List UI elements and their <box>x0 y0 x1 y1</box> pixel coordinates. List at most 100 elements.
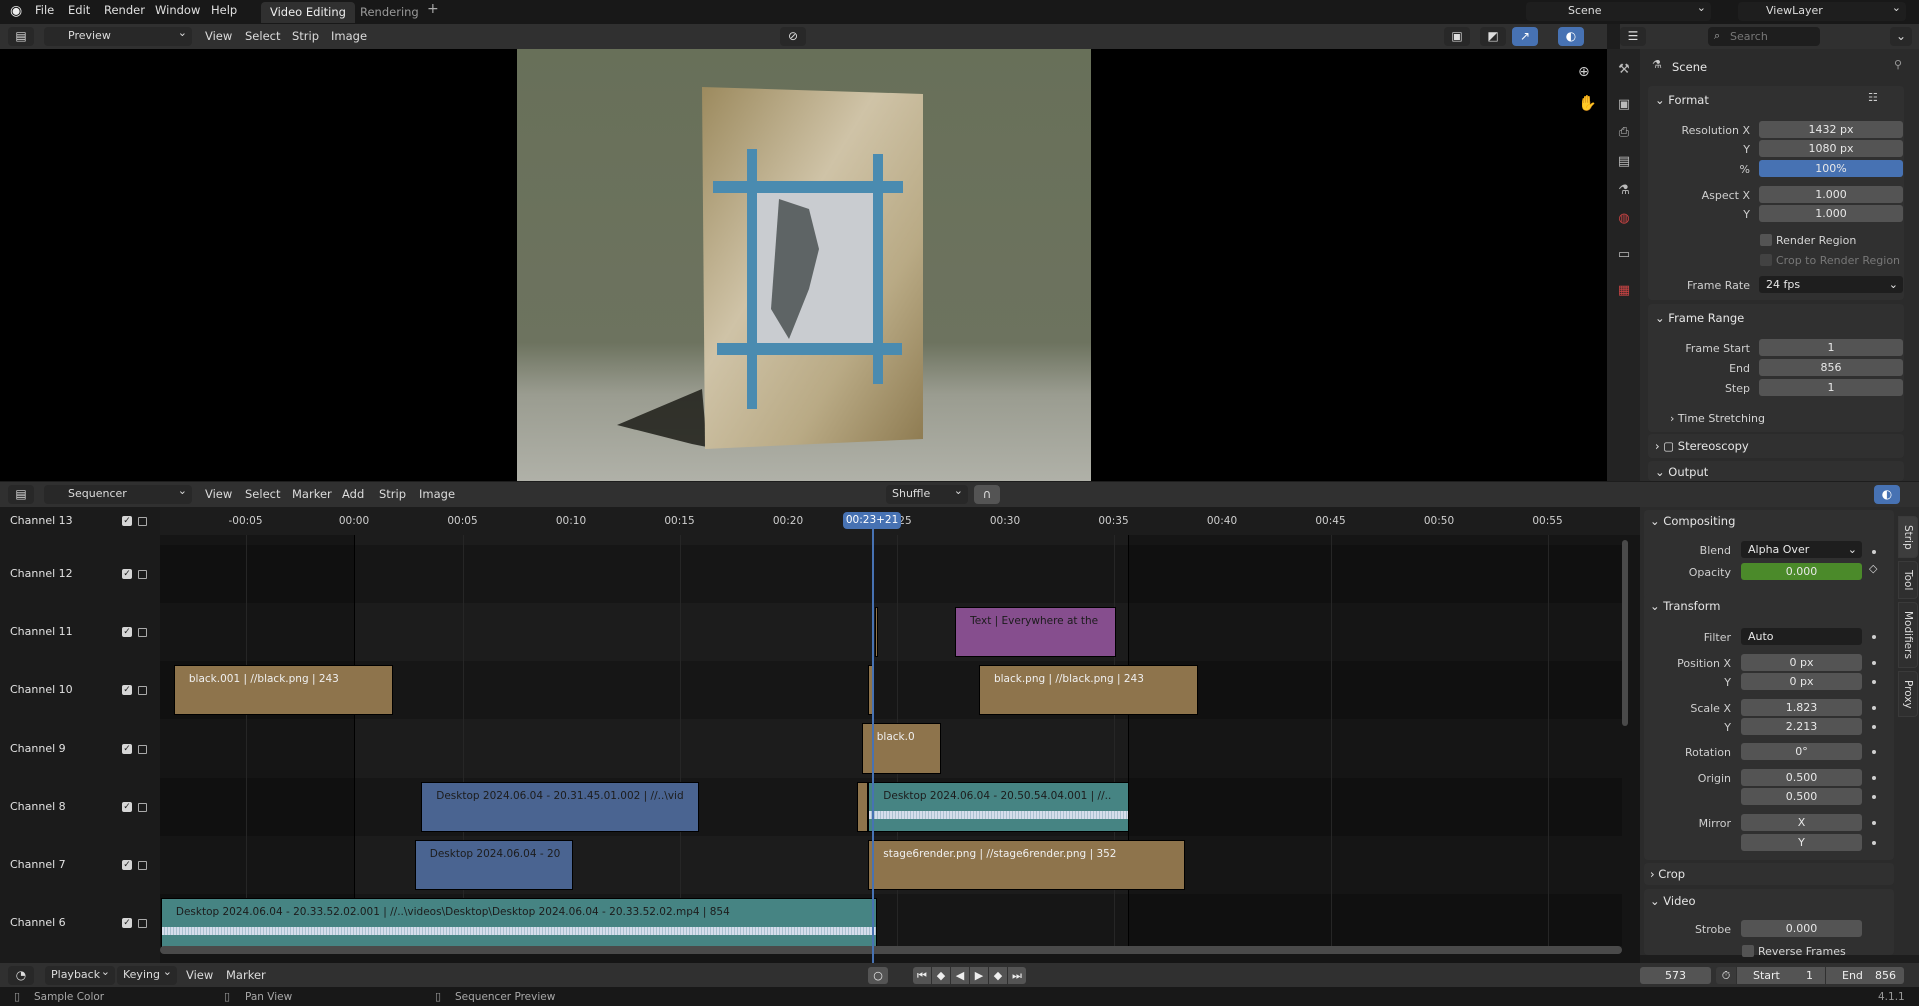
sequencer-view-type-dropdown[interactable]: Sequencer <box>44 484 192 504</box>
menu-edit[interactable]: Edit <box>68 3 90 17</box>
channel-mute-checkbox[interactable]: ✓ <box>122 801 132 812</box>
scene-tab-icon[interactable]: ⚗ <box>1616 183 1632 199</box>
scene-selector[interactable]: Scene <box>1526 1 1711 21</box>
channel-lock-icon[interactable] <box>138 686 147 696</box>
animate-property-dot[interactable] <box>1872 550 1876 554</box>
menu-file[interactable]: File <box>35 3 54 17</box>
strobe-field[interactable]: 0.000 <box>1741 920 1862 937</box>
seq-menu-select[interactable]: Select <box>245 487 280 501</box>
channel-mute-checkbox[interactable]: ✓ <box>122 685 132 696</box>
sidebar-tab-modifiers[interactable]: Modifiers <box>1898 602 1918 668</box>
menu-window[interactable]: Window <box>155 3 200 17</box>
reverse-frames-checkbox[interactable] <box>1742 945 1754 957</box>
blend-dropdown[interactable]: Alpha Over ⌄ <box>1741 541 1862 558</box>
compositing-panel-header[interactable]: ⌄ Compositing <box>1650 514 1735 528</box>
animate-property-dot[interactable] <box>1872 750 1876 754</box>
play-icon[interactable]: ▶ <box>970 967 988 984</box>
seq-menu-view[interactable]: View <box>205 487 232 501</box>
channel-mute-checkbox[interactable]: ✓ <box>122 516 132 526</box>
pos-y-field[interactable]: 0 px <box>1741 673 1862 690</box>
filter-field[interactable]: Auto <box>1741 628 1862 645</box>
editor-type-button[interactable]: ▤ <box>8 27 34 46</box>
channel-lock-icon[interactable] <box>138 919 147 929</box>
frame-end-field[interactable]: 856 <box>1759 359 1903 376</box>
render-tab-icon[interactable]: ▣ <box>1616 97 1632 113</box>
rotation-field[interactable]: 0° <box>1741 743 1862 760</box>
sequencer-strip-image[interactable] <box>857 781 869 832</box>
seq-menu-add[interactable]: Add <box>342 487 364 501</box>
end-frame-field[interactable]: End 856 <box>1826 967 1904 984</box>
video-panel-header[interactable]: ⌄ Video <box>1650 894 1696 908</box>
zoom-icon[interactable]: ⊕ <box>1578 64 1590 80</box>
output-tab-icon[interactable]: ⎙ <box>1616 125 1632 141</box>
presets-icon[interactable]: ☷ <box>1868 91 1878 104</box>
mirror-y-field[interactable]: Y <box>1741 834 1862 851</box>
animate-property-dot[interactable] <box>1872 841 1876 845</box>
aspect-y-field[interactable]: 1.000 <box>1759 205 1903 222</box>
play-reverse-icon[interactable]: ◀ <box>951 967 969 984</box>
properties-editor-type-button[interactable]: ☰ <box>1620 27 1646 46</box>
properties-options-icon[interactable]: ⌄ <box>1890 27 1912 46</box>
preview-menu-select[interactable]: Select <box>245 29 280 43</box>
channel-lock-icon[interactable] <box>138 517 147 526</box>
animate-property-dot[interactable] <box>1872 795 1876 799</box>
overlay-toggle-icon[interactable]: ◐ <box>1558 27 1584 46</box>
sidebar-tab-strip[interactable]: Strip <box>1898 516 1918 558</box>
timeline-menu-marker[interactable]: Marker <box>226 968 266 982</box>
world-tab-icon[interactable]: ◍ <box>1616 211 1632 227</box>
sequencer-strip-sound[interactable]: Desktop 2024.06.04 - 20.50.54.04.001 | /… <box>868 781 1129 832</box>
keying-menu[interactable]: Keying <box>117 965 177 985</box>
preview-menu-image[interactable]: Image <box>331 29 367 43</box>
tool-tab-icon[interactable]: ⚒ <box>1616 62 1632 78</box>
view-layer-tab-icon[interactable]: ▤ <box>1616 154 1632 170</box>
animate-property-dot[interactable] <box>1872 661 1876 665</box>
view-type-dropdown[interactable]: Preview <box>44 26 192 46</box>
menu-render[interactable]: Render <box>104 3 145 17</box>
crop-render-region-checkbox[interactable] <box>1760 254 1772 266</box>
next-keyframe-icon[interactable]: ◆ <box>989 967 1007 984</box>
view-layer-selector[interactable]: ViewLayer <box>1738 1 1906 21</box>
stereoscopy-panel-header[interactable]: › ▢ Stereoscopy <box>1655 439 1749 453</box>
format-panel-header[interactable]: ⌄ Format <box>1655 93 1709 107</box>
timeline-horizontal-scrollbar[interactable] <box>160 946 1622 954</box>
jump-end-icon[interactable]: ⏭ <box>1008 967 1026 984</box>
properties-search-input[interactable]: ⌕ Search <box>1708 27 1820 46</box>
keyframe-diamond-icon[interactable]: ◇ <box>1869 562 1877 575</box>
sequencer-editor-type-button[interactable]: ▤ <box>8 485 34 504</box>
channel-lock-icon[interactable] <box>138 860 147 870</box>
sidebar-tab-proxy[interactable]: Proxy <box>1898 671 1918 717</box>
origin-x-field[interactable]: 0.500 <box>1741 769 1862 786</box>
seq-menu-strip[interactable]: Strip <box>379 487 406 501</box>
frame-start-field[interactable]: 1 <box>1759 339 1903 356</box>
channel-lock-icon[interactable] <box>138 628 147 638</box>
channel-mute-checkbox[interactable]: ✓ <box>122 627 132 638</box>
jump-start-icon[interactable]: ⏮ <box>913 967 931 984</box>
playback-menu[interactable]: Playback <box>45 965 115 985</box>
channel-lock-icon[interactable] <box>138 802 147 812</box>
blender-logo-icon[interactable]: ◉ <box>10 3 22 19</box>
start-frame-field[interactable]: Start 1 <box>1737 967 1825 984</box>
resolution-percent-field[interactable]: 100% <box>1759 160 1903 177</box>
sequencer-strip-image[interactable]: black.001 | //black.png | 243 <box>173 665 394 716</box>
channel-lock-icon[interactable] <box>138 744 147 754</box>
channel-lock-icon[interactable] <box>138 569 147 579</box>
pin-icon[interactable]: ⚲ <box>1894 58 1902 71</box>
output-panel-header[interactable]: ⌄ Output <box>1655 465 1708 479</box>
animate-property-dot[interactable] <box>1872 635 1876 639</box>
opacity-field[interactable]: 0.000 <box>1741 563 1862 580</box>
playhead-frame-indicator[interactable]: 00:23+21 <box>843 512 902 529</box>
resolution-y-field[interactable]: 1080 px <box>1759 140 1903 157</box>
transform-panel-header[interactable]: ⌄ Transform <box>1650 599 1721 613</box>
sequencer-strip-image[interactable]: stage6render.png | //stage6render.png | … <box>868 839 1186 890</box>
pivot-icon[interactable]: ⊘ <box>780 27 806 46</box>
frame-step-field[interactable]: 1 <box>1759 379 1903 396</box>
timeline-editor-type-button[interactable]: ◔ <box>8 966 34 985</box>
scale-y-field[interactable]: 2.213 <box>1741 718 1862 735</box>
animate-property-dot[interactable] <box>1872 706 1876 710</box>
timeline-menu-view[interactable]: View <box>186 968 213 982</box>
prev-keyframe-icon[interactable]: ◆ <box>932 967 950 984</box>
channel-mute-checkbox[interactable]: ✓ <box>122 568 132 579</box>
preview-menu-view[interactable]: View <box>205 29 232 43</box>
add-workspace-button[interactable]: + <box>427 1 439 17</box>
snap-magnet-icon[interactable]: ∩ <box>974 485 1000 504</box>
